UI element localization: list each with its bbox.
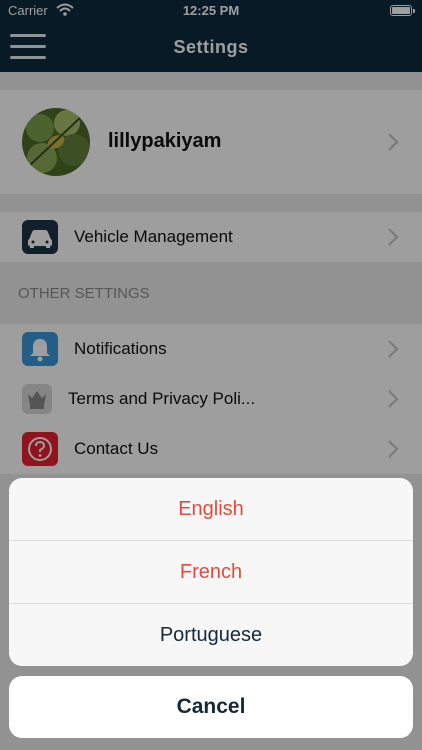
option-portuguese[interactable]: Portuguese	[9, 604, 413, 666]
option-french[interactable]: French	[9, 541, 413, 604]
option-english[interactable]: English	[9, 478, 413, 541]
language-action-sheet: English French Portuguese	[9, 478, 413, 666]
cancel-button[interactable]: Cancel	[9, 676, 413, 738]
